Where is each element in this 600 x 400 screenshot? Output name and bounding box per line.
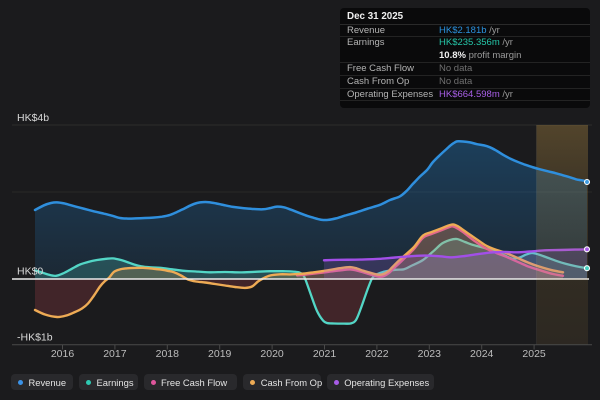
svg-text:HK$4b: HK$4b [17,112,49,124]
svg-text:2020: 2020 [260,348,284,360]
svg-text:2022: 2022 [365,348,389,360]
svg-text:2025: 2025 [522,348,546,360]
svg-text:2017: 2017 [103,348,127,360]
svg-text:-HK$1b: -HK$1b [17,332,53,344]
svg-text:2018: 2018 [156,348,180,360]
svg-text:2024: 2024 [470,348,494,360]
svg-text:2023: 2023 [418,348,442,360]
svg-text:2016: 2016 [51,348,75,360]
svg-text:HK$0: HK$0 [17,266,43,278]
svg-text:2021: 2021 [313,348,337,360]
svg-text:2019: 2019 [208,348,232,360]
